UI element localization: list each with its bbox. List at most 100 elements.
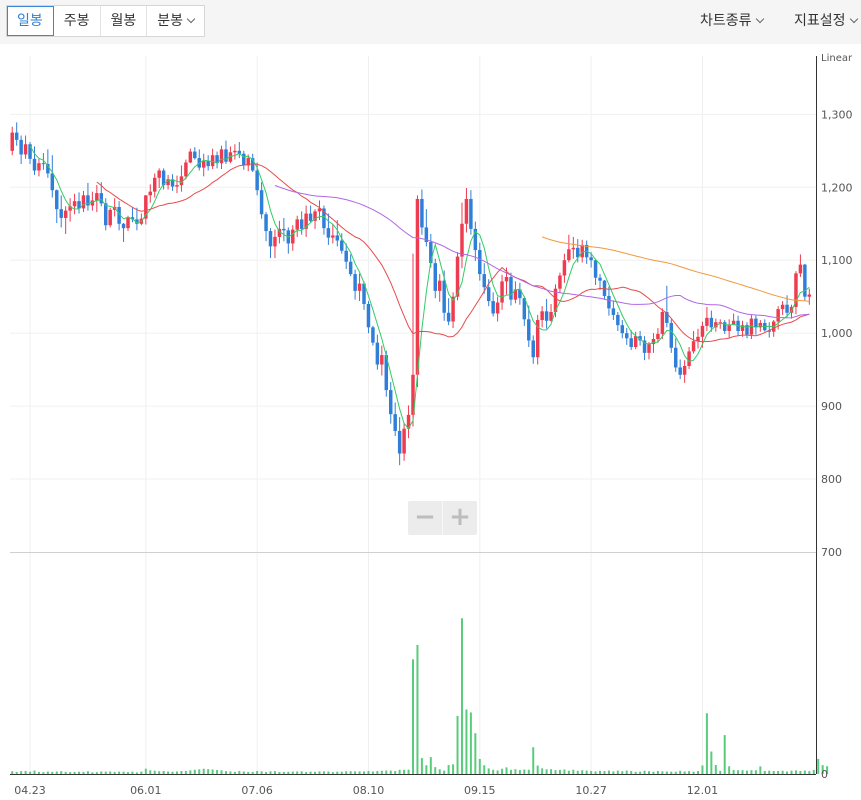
volume-bar: [69, 772, 72, 774]
chart-axes: 1,3001,2001,1001,00090080070020,000,010,…: [10, 56, 853, 797]
candle-body: [607, 295, 611, 309]
candle-body: [433, 263, 438, 291]
volume-bar: [260, 771, 263, 774]
zoom-out-button[interactable]: −: [408, 501, 442, 535]
volume-bar: [754, 770, 757, 774]
zoom-controls: − +: [408, 501, 477, 535]
candle-body: [291, 229, 295, 244]
volume-bar: [331, 772, 334, 774]
volume-bar: [29, 771, 32, 774]
candle-body: [375, 342, 380, 365]
candle-body: [37, 163, 41, 171]
volume-bar: [229, 771, 232, 774]
date-tick-label: 12.01: [687, 784, 719, 797]
volume-bar: [171, 771, 174, 774]
tab-daily[interactable]: 일봉: [7, 6, 54, 36]
volume-bar: [82, 771, 85, 774]
volume-bar: [514, 769, 517, 774]
price-tick-label: 800: [821, 473, 842, 486]
stock-chart[interactable]: 1,3001,2001,1001,00090080070020,000,010,…: [0, 44, 861, 800]
volume-bar: [438, 769, 441, 774]
candle-body: [126, 217, 130, 229]
candle-body: [210, 155, 215, 167]
candle-body: [754, 318, 758, 328]
volume-bar: [705, 713, 708, 774]
volume-bar: [296, 771, 299, 774]
volume-bar: [527, 769, 530, 774]
volume-bar: [158, 771, 161, 774]
volume-bar: [91, 772, 94, 774]
candle-body: [486, 287, 491, 302]
candle-body: [460, 223, 464, 257]
volume-bar: [175, 771, 178, 774]
volume-bar: [300, 771, 303, 774]
date-tick-label: 06.01: [130, 784, 162, 797]
volume-bar: [763, 770, 766, 774]
tab-minute[interactable]: 분봉: [147, 6, 204, 36]
volume-bar: [505, 767, 508, 774]
candle-body: [188, 151, 193, 163]
volume-bar: [719, 770, 722, 774]
volume-bar: [256, 771, 259, 774]
volume-bar: [42, 772, 45, 774]
volume-bar: [803, 770, 806, 774]
volume-bar: [233, 771, 236, 774]
volume-bar: [385, 770, 388, 774]
volume-bar: [532, 747, 535, 774]
candle-body: [709, 317, 714, 328]
candle-body: [59, 209, 63, 218]
volume-bar: [407, 769, 410, 774]
candle-body: [482, 274, 486, 288]
candle-body: [678, 367, 682, 375]
volume-bar: [207, 769, 210, 774]
tab-weekly[interactable]: 주봉: [54, 6, 101, 36]
candle-body: [50, 173, 55, 191]
volume-bar: [198, 769, 201, 774]
volume-bar: [786, 771, 789, 774]
candle-body: [558, 275, 562, 289]
candle-body: [55, 190, 59, 210]
volume-bar: [696, 771, 699, 774]
chevron-down-icon: [186, 14, 196, 24]
volume-bar: [452, 764, 455, 774]
volume-bar: [576, 770, 579, 774]
volume-bar: [541, 768, 544, 774]
candle-body: [705, 317, 709, 326]
volume-bar: [648, 771, 651, 774]
volume-bar: [113, 771, 116, 774]
candle-body: [669, 322, 674, 348]
volume-bar: [817, 758, 820, 774]
candle-body: [224, 149, 228, 162]
volume-bar: [100, 771, 103, 774]
volume-bar: [238, 770, 241, 774]
price-tick-label: 700: [821, 546, 842, 559]
indicator-settings-menu[interactable]: 지표설정: [794, 10, 858, 30]
volume-bar: [594, 771, 597, 774]
chart-type-menu[interactable]: 차트종류: [700, 10, 764, 30]
volume-bar: [443, 770, 446, 774]
volume-bar: [278, 772, 281, 774]
volume-bar: [211, 769, 214, 774]
volume-bar: [732, 769, 735, 774]
volume-bar: [634, 771, 637, 774]
volume-bar: [768, 770, 771, 774]
candle-body: [184, 162, 188, 177]
candle-body: [295, 219, 299, 230]
tab-monthly[interactable]: 월봉: [101, 6, 148, 36]
zoom-in-button[interactable]: +: [442, 501, 477, 535]
volume-bar: [305, 772, 308, 774]
candle-body: [567, 249, 571, 261]
candle-body: [380, 355, 384, 365]
price-tick-label: 1,300: [821, 108, 853, 121]
volume-bar: [118, 771, 121, 774]
volume-bar: [639, 771, 642, 774]
volume-bar: [487, 768, 490, 774]
candle-body: [206, 161, 210, 167]
scale-mode-label[interactable]: Linear: [821, 53, 853, 64]
volume-bar: [683, 771, 686, 774]
volume-bar: [599, 770, 602, 774]
volume-bar: [750, 770, 753, 774]
price-tick-label: 1,100: [821, 254, 853, 267]
volume-bar: [224, 771, 227, 774]
candle-body: [81, 195, 86, 209]
